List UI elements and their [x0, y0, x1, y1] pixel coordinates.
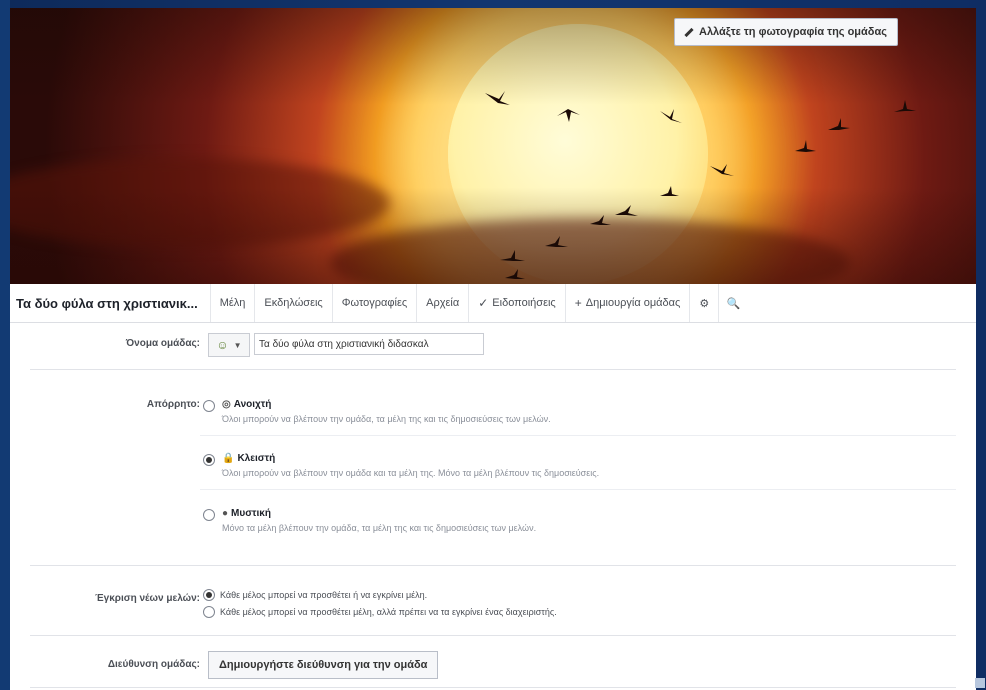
- tab-notifications-label: Ειδοποιήσεις: [492, 297, 556, 309]
- option-divider: [200, 489, 956, 490]
- tab-members-label: Μέλη: [219, 297, 246, 309]
- globe-icon: ◎: [222, 399, 231, 410]
- tab-members[interactable]: Μέλη: [209, 284, 255, 322]
- approval-admin-radio[interactable]: [203, 606, 215, 618]
- group-name-title[interactable]: Τα δύο φύλα στη χριστιανικ...: [10, 296, 210, 311]
- gear-icon: ⚙: [699, 297, 710, 310]
- search-icon: 🔍: [726, 297, 741, 310]
- plus-icon: +: [574, 296, 582, 310]
- settings-button[interactable]: ⚙: [689, 284, 718, 322]
- group-settings-form: Όνομα ομάδας: ☺ ▼ Απόρρητο: ◎Ανοιχτή Όλο…: [10, 323, 976, 690]
- group-address-label: Διεύθυνση ομάδας:: [107, 659, 200, 670]
- approval-any-member-radio[interactable]: [203, 589, 215, 601]
- left-background-strip: [0, 0, 10, 690]
- approval-any-member-text: Κάθε μέλος μπορεί να προσθέτει ή να εγκρ…: [220, 590, 428, 600]
- group-settings-window: Αλλάξτε τη φωτογραφία της ομάδας Τα δύο …: [10, 8, 976, 690]
- checkmark-icon: ✓: [478, 296, 489, 310]
- privacy-secret-title: ● Μυστική: [222, 508, 271, 519]
- emoji-icon: ☺: [216, 338, 229, 352]
- chevron-down-icon: ▼: [233, 340, 242, 350]
- section-divider: [30, 565, 956, 566]
- privacy-secret-desc: Μόνο τα μέλη βλέπουν την ομάδα, τα μέλη …: [222, 523, 537, 533]
- change-cover-photo-label: Αλλάξτε τη φωτογραφία της ομάδας: [699, 26, 887, 38]
- approval-admin-text: Κάθε μέλος μπορεί να προσθέτει μέλη, αλλ…: [220, 607, 557, 617]
- cover-photo: Αλλάξτε τη φωτογραφία της ομάδας: [10, 8, 976, 284]
- emoji-picker[interactable]: ☺ ▼: [208, 333, 250, 357]
- search-button[interactable]: 🔍: [718, 284, 747, 322]
- group-name-label: Όνομα ομάδας:: [125, 338, 200, 349]
- right-background-strip: [976, 0, 986, 690]
- tab-events-label: Εκδηλώσεις: [264, 297, 323, 309]
- tab-files[interactable]: Αρχεία: [416, 284, 468, 322]
- tab-notifications[interactable]: ✓ Ειδοποιήσεις: [468, 284, 564, 322]
- tab-files-label: Αρχεία: [426, 297, 460, 309]
- group-tab-bar: Τα δύο φύλα στη χριστιανικ... Μέλη Εκδηλ…: [10, 284, 976, 323]
- group-name-input[interactable]: [254, 333, 484, 355]
- change-cover-photo-button[interactable]: Αλλάξτε τη φωτογραφία της ομάδας: [674, 18, 898, 46]
- tab-create-group[interactable]: + Δημιουργία ομάδας: [564, 284, 690, 322]
- membership-approval-label: Έγκριση νέων μελών:: [95, 593, 200, 604]
- privacy-open-title-text: Ανοιχτή: [233, 399, 272, 410]
- option-divider: [200, 435, 956, 436]
- create-group-address-button[interactable]: Δημιουργήστε διεύθυνση για την ομάδα: [208, 651, 439, 679]
- privacy-closed-desc: Όλοι μπορούν να βλέπουν την ομάδα και τα…: [222, 468, 600, 478]
- pencil-icon: [683, 27, 693, 37]
- privacy-open-desc: Όλοι μπορούν να βλέπουν την ομάδα, τα μέ…: [222, 414, 551, 424]
- section-divider: [30, 369, 956, 370]
- secret-icon: ●: [222, 508, 229, 519]
- corner-indicator: [975, 678, 985, 688]
- privacy-label: Απόρρητο:: [146, 399, 200, 410]
- privacy-closed-title: 🔒 Κλειστή: [222, 453, 275, 464]
- privacy-closed-radio[interactable]: [203, 454, 215, 466]
- tab-events[interactable]: Εκδηλώσεις: [254, 284, 331, 322]
- birds-illustration: [485, 91, 916, 279]
- privacy-secret-title-text: Μυστική: [231, 508, 271, 519]
- privacy-secret-radio[interactable]: [203, 509, 215, 521]
- privacy-open-radio[interactable]: [203, 400, 215, 412]
- tab-photos-label: Φωτογραφίες: [341, 297, 408, 309]
- section-divider: [30, 687, 956, 688]
- privacy-closed-title-text: Κλειστή: [237, 453, 276, 464]
- section-divider: [30, 635, 956, 636]
- tab-photos[interactable]: Φωτογραφίες: [331, 284, 416, 322]
- privacy-open-title: ◎ Ανοιχτή: [222, 399, 271, 410]
- tab-create-group-label: Δημιουργία ομάδας: [585, 297, 681, 309]
- lock-icon: 🔒: [222, 453, 235, 464]
